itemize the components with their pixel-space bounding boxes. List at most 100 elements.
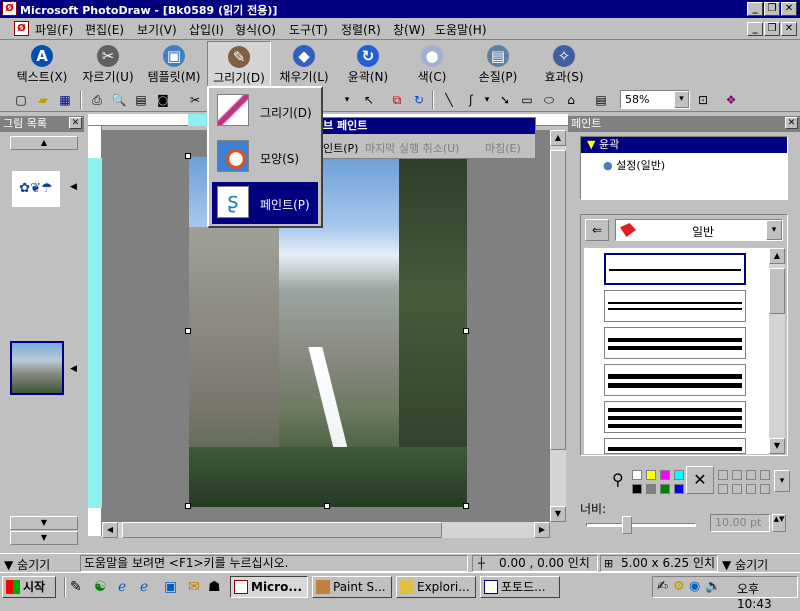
arrange-icon[interactable]: ⧉	[388, 91, 406, 109]
start-button[interactable]: 시작	[2, 576, 56, 598]
resize-handle-bl[interactable]	[185, 503, 191, 509]
text-frame-icon[interactable]: ▤	[592, 91, 610, 109]
print-preview-icon[interactable]: 🔍	[110, 91, 128, 109]
arrow-line-icon[interactable]: ➘	[496, 91, 514, 109]
ie-icon-2[interactable]: ℯ	[140, 579, 148, 595]
swatch-white[interactable]	[632, 470, 642, 480]
task-paint-shop[interactable]: Paint S...	[312, 576, 392, 598]
swatch-gray[interactable]	[646, 484, 656, 494]
doc-minimize-button[interactable]: _	[747, 22, 763, 36]
thumbnail-1[interactable]: ✿❦☂	[12, 171, 60, 207]
clip-gallery-icon[interactable]: ❖	[722, 91, 740, 109]
desktop-icon[interactable]: ▣	[164, 579, 177, 595]
line-swatch-2[interactable]	[604, 290, 746, 322]
finish-button[interactable]: 마침(E)	[485, 140, 521, 156]
width-slider-thumb[interactable]	[622, 516, 632, 534]
tray-icon-2[interactable]: ⚙	[673, 579, 685, 594]
custom-swatch-2[interactable]	[732, 470, 742, 480]
restore-button[interactable]: ❐	[764, 2, 780, 16]
custom-swatch-8[interactable]	[760, 484, 770, 494]
custom-swatch-4[interactable]	[760, 470, 770, 480]
line-swatch-1[interactable]	[604, 253, 746, 285]
ie-icon[interactable]: ℯ	[118, 579, 126, 595]
canvas-horizontal-scrollbar[interactable]: ◀ ▶	[102, 522, 550, 538]
no-color-icon[interactable]: ✕	[686, 466, 714, 494]
template-button[interactable]: ▣ 템플릿(M)	[142, 41, 206, 87]
menu-edit[interactable]: 편집(E)	[85, 21, 124, 38]
paint-subpanel-item[interactable]: 인트(P)	[323, 140, 358, 156]
minimize-button[interactable]: _	[747, 2, 763, 16]
custom-swatch-5[interactable]	[718, 484, 728, 494]
line-swatch-6[interactable]	[604, 438, 746, 454]
task-photodraw[interactable]: Micro...	[230, 576, 308, 598]
width-slider-track[interactable]	[586, 523, 696, 527]
resize-handle-b[interactable]	[324, 503, 330, 509]
menu-item-shape[interactable]: 모양(S)	[212, 136, 318, 178]
doc-restore-button[interactable]: ❐	[764, 22, 780, 36]
save-icon[interactable]: ▦	[56, 91, 74, 109]
undo-last-button[interactable]: 마지막 실행 취소(U)	[365, 140, 459, 156]
scroll-right-arrow-icon[interactable]: ▶	[534, 522, 550, 538]
menu-format[interactable]: 형식(O)	[235, 21, 276, 38]
resize-handle-tl[interactable]	[185, 153, 191, 159]
rectangle-icon[interactable]: ▭	[518, 91, 536, 109]
tray-icon-1[interactable]: ✍	[657, 579, 668, 594]
scroll-down-button[interactable]: ▼	[10, 516, 78, 530]
width-input[interactable]: 10.00 pt	[710, 514, 770, 532]
hide-right-button[interactable]: ▼ 숨기기	[722, 556, 768, 573]
eyedropper-icon[interactable]: ⚲	[612, 470, 624, 489]
line-swatch-5[interactable]	[604, 401, 746, 433]
resize-handle-br[interactable]	[463, 503, 469, 509]
line-icon[interactable]: ╲	[440, 91, 458, 109]
swatch-magenta[interactable]	[660, 470, 670, 480]
line-swatch-3[interactable]	[604, 327, 746, 359]
scroll-left-arrow-icon[interactable]: ◀	[102, 522, 118, 538]
scroll-up-arrow-icon[interactable]: ▲	[550, 130, 566, 146]
swatch-scrollbar[interactable]: ▲ ▼	[769, 248, 785, 454]
category-select[interactable]: 일반 ▾	[615, 219, 783, 241]
menu-window[interactable]: 창(W)	[393, 21, 425, 38]
document-icon[interactable]: Ø	[14, 21, 29, 36]
rotate-icon[interactable]: ↻	[410, 91, 428, 109]
touchup-button[interactable]: ▤ 손질(P)	[466, 41, 530, 87]
menu-help[interactable]: 도움말(H)	[435, 21, 487, 38]
palette-dropdown-icon[interactable]: ▾	[774, 470, 790, 492]
thumbnail-1-arrow-icon[interactable]: ◀	[70, 182, 77, 192]
tray-icon-3[interactable]: ◉	[689, 579, 700, 594]
width-spinner-icon[interactable]: ▲▼	[772, 514, 786, 532]
shape-icon[interactable]: ⌂	[562, 91, 580, 109]
scroll-up-button[interactable]: ▲	[10, 136, 78, 150]
camera-icon[interactable]: ◙	[154, 91, 172, 109]
paint-panel-close-icon[interactable]: ✕	[785, 117, 798, 129]
custom-swatch-7[interactable]	[746, 484, 756, 494]
color-button[interactable]: ● 색(C)	[402, 41, 462, 87]
menu-insert[interactable]: 삽입(I)	[189, 21, 224, 38]
custom-swatch-6[interactable]	[732, 484, 742, 494]
quick-launch-icon-3[interactable]: ✉	[188, 579, 200, 595]
thumbnail-2-selected[interactable]	[10, 341, 64, 395]
task-photodraw-doc[interactable]: 포토드...	[480, 576, 560, 598]
menu-item-draw[interactable]: 그리기(D)	[212, 90, 318, 132]
quick-launch-icon-4[interactable]: ☗	[208, 579, 221, 595]
dropdown-arrow-icon[interactable]: ▾	[338, 91, 356, 109]
task-explorer[interactable]: Explori...	[396, 576, 476, 598]
swatch-scroll-up-icon[interactable]: ▲	[769, 248, 785, 264]
close-button[interactable]: ✕	[781, 2, 797, 16]
photodraw-app-icon[interactable]: Ø	[2, 1, 17, 16]
scan-icon[interactable]: ▤	[132, 91, 150, 109]
swatch-cyan[interactable]	[674, 470, 684, 480]
fill-button[interactable]: ◆ 채우기(L)	[272, 41, 336, 87]
menu-arrange[interactable]: 정렬(R)	[341, 21, 381, 38]
text-button[interactable]: A 텍스트(X)	[10, 41, 74, 87]
resize-handle-l[interactable]	[185, 328, 191, 334]
swatch-green[interactable]	[660, 484, 670, 494]
speaker-icon[interactable]: 🔈	[705, 579, 721, 594]
zoom-select[interactable]: 58% ▾	[620, 90, 690, 109]
menu-file[interactable]: 파일(F)	[35, 21, 73, 38]
custom-swatch-1[interactable]	[718, 470, 728, 480]
fit-icon[interactable]: ⊡	[694, 91, 712, 109]
ellipse-icon[interactable]: ⬭	[540, 91, 558, 109]
print-icon[interactable]: ⎙	[88, 91, 106, 109]
hide-left-button[interactable]: ▼ 숨기기	[4, 556, 50, 573]
swatch-scroll-down-icon[interactable]: ▼	[769, 438, 785, 454]
